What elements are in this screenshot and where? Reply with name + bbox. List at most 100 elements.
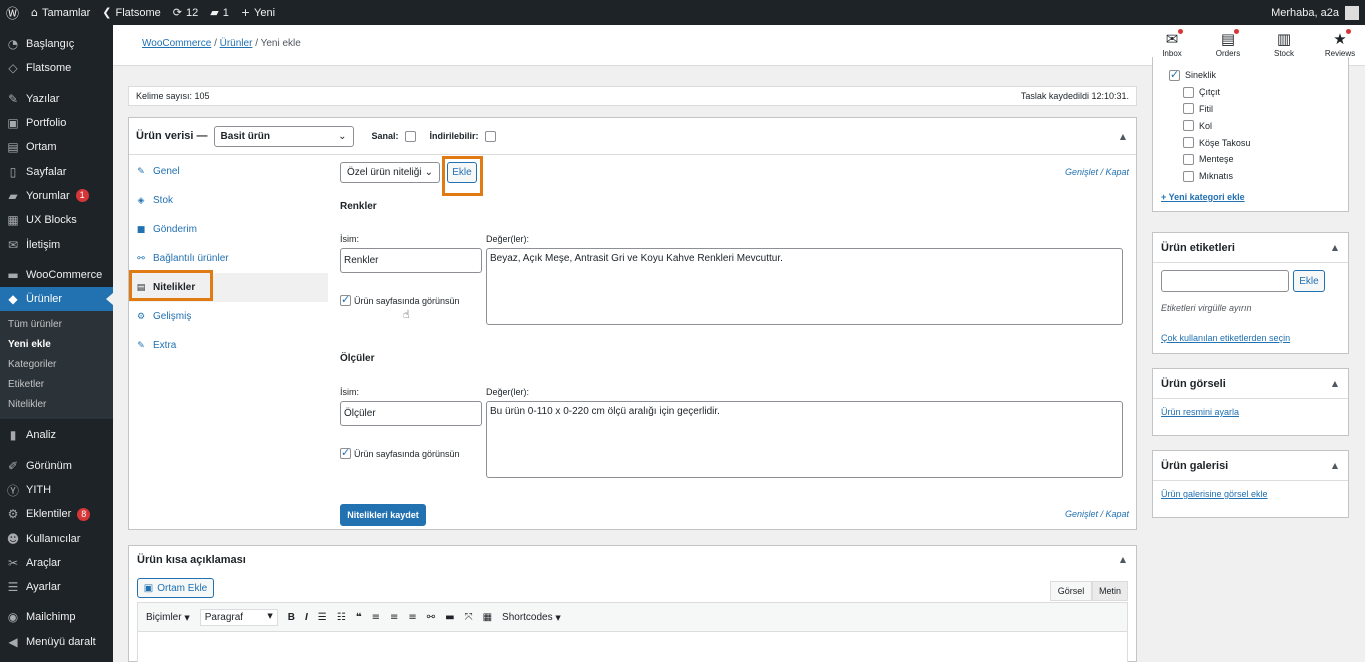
new-content-link[interactable]: + Yeni: [235, 0, 281, 25]
sidebar-item-sayfalar[interactable]: ▯ Sayfalar: [0, 159, 113, 183]
bullet-list-icon[interactable]: ☰: [318, 612, 327, 623]
sidebar-item-baslangic[interactable]: ◔ Başlangıç: [0, 32, 113, 56]
italic-icon[interactable]: I: [305, 612, 308, 623]
updates-link[interactable]: ⟳ 12: [167, 0, 204, 25]
fullscreen-icon[interactable]: ⤧: [465, 612, 473, 623]
tab-gonderim[interactable]: ■ Gönderim: [129, 215, 328, 244]
sidebar-item-yith[interactable]: Ⓨ YITH: [0, 478, 113, 502]
attribute-name-input[interactable]: Renkler: [340, 248, 482, 273]
visible-on-product-page-checkbox[interactable]: [340, 446, 351, 459]
category-checkbox[interactable]: [1183, 153, 1194, 165]
collapse-arrow-icon[interactable]: ▲: [1332, 461, 1338, 470]
tab-baglantili-urunler[interactable]: ⚯ Bağlantılı ürünler: [129, 244, 328, 273]
attribute-values-textarea[interactable]: Bu ürün 0-110 x 0-220 cm ölçü aralığı iç…: [486, 401, 1123, 478]
virtual-checkbox[interactable]: [404, 130, 416, 142]
product-type-select[interactable]: Basit ürün ⌄: [213, 125, 354, 147]
text-tab[interactable]: Metin: [1092, 581, 1128, 601]
align-left-icon[interactable]: ≡: [372, 612, 380, 623]
attribute-visible-option[interactable]: Ürün sayfasında görünsün: [340, 446, 460, 459]
sidebar-item-yazilar[interactable]: ✎ Yazılar: [0, 87, 113, 111]
wordpress-logo-icon[interactable]: Ⓦ: [0, 0, 25, 25]
category-checkbox[interactable]: [1183, 120, 1194, 132]
category-item[interactable]: Köşe Takosu: [1161, 134, 1250, 151]
sidebar-item-ux-blocks[interactable]: ▦ UX Blocks: [0, 208, 113, 232]
tab-extra[interactable]: ✎ Extra: [129, 331, 328, 360]
downloadable-checkbox[interactable]: [484, 130, 496, 142]
category-checkbox[interactable]: [1169, 68, 1180, 81]
tab-gelismis[interactable]: ⚙ Gelişmiş: [129, 302, 328, 331]
submenu-item-etiketler[interactable]: Etiketler: [0, 375, 113, 395]
comments-link[interactable]: ▰ 1: [204, 0, 235, 25]
reviews-button[interactable]: ★ Reviews: [1325, 29, 1355, 58]
collapse-arrow-icon[interactable]: ▲: [1332, 379, 1338, 388]
tag-input[interactable]: [1161, 270, 1289, 292]
submenu-item-nitelikler[interactable]: Nitelikler: [0, 395, 113, 415]
attribute-visible-option[interactable]: Ürün sayfasında görünsün: [340, 293, 460, 306]
collapse-arrow-icon[interactable]: ▲: [1120, 555, 1126, 564]
sidebar-item-araclar[interactable]: ✂ Araçlar: [0, 551, 113, 575]
collapse-arrow-icon[interactable]: ▲: [1120, 132, 1126, 141]
sidebar-item-flatsome[interactable]: ◇ Flatsome: [0, 56, 113, 80]
save-attributes-button[interactable]: Nitelikleri kaydet: [340, 504, 426, 526]
site-name-link[interactable]: ⌂ Tamamlar: [25, 0, 96, 25]
category-item[interactable]: Mıknatıs: [1161, 168, 1250, 185]
sidebar-item-woocommerce[interactable]: ▬ WooCommerce: [0, 263, 113, 287]
add-media-button[interactable]: ▣ Ortam Ekle: [137, 578, 214, 598]
align-center-icon[interactable]: ≡: [390, 612, 398, 623]
paragraph-select[interactable]: Paragraf ▼: [199, 608, 278, 626]
blockquote-icon[interactable]: ❝: [356, 612, 362, 623]
attribute-name-input[interactable]: Ölçüler: [340, 401, 482, 426]
sidebar-item-analiz[interactable]: ▮ Analiz: [0, 423, 113, 447]
add-gallery-images-link[interactable]: Ürün galerisine görsel ekle: [1161, 489, 1268, 499]
sidebar-item-ortam[interactable]: ▤ Ortam: [0, 135, 113, 159]
visual-tab[interactable]: Görsel: [1050, 581, 1092, 601]
expand-collapse-link-bottom[interactable]: Genişlet / Kapat: [1065, 509, 1129, 519]
sidebar-item-gorunum[interactable]: ✐ Görünüm: [0, 454, 113, 478]
orders-button[interactable]: ▤ Orders: [1213, 29, 1243, 58]
theme-link[interactable]: ❮ Flatsome: [96, 0, 166, 25]
category-item[interactable]: Sineklik: [1161, 67, 1250, 84]
sidebar-item-yorumlar[interactable]: ▰ Yorumlar 1: [0, 184, 113, 208]
tab-genel[interactable]: ✎ Genel: [129, 157, 328, 186]
sidebar-item-menuyu-daralt[interactable]: ◀ Menüyü daralt: [0, 630, 113, 654]
category-item[interactable]: Kol: [1161, 117, 1250, 134]
submenu-item-kategoriler[interactable]: Kategoriler: [0, 355, 113, 375]
sidebar-item-kullanicilar[interactable]: ☻ Kullanıcılar: [0, 526, 113, 550]
numbered-list-icon[interactable]: ☷: [337, 612, 346, 623]
stock-button[interactable]: ▥ Stock: [1269, 29, 1299, 58]
breadcrumb-woocommerce[interactable]: WooCommerce: [142, 38, 211, 49]
link-icon[interactable]: ⚯: [427, 612, 435, 623]
submenu-item-tum-urunler[interactable]: Tüm ürünler: [0, 315, 113, 335]
attribute-title[interactable]: Renkler: [340, 201, 377, 212]
align-right-icon[interactable]: ≡: [408, 612, 416, 623]
category-item[interactable]: Menteşe: [1161, 151, 1250, 168]
add-tag-button[interactable]: Ekle: [1293, 270, 1325, 292]
sidebar-item-urunler[interactable]: ◆ Ürünler: [0, 286, 113, 312]
editor-content-area[interactable]: [137, 632, 1128, 662]
expand-collapse-link-top[interactable]: Genişlet / Kapat: [1065, 167, 1129, 177]
category-checkbox[interactable]: [1183, 86, 1194, 98]
toolbar-toggle-icon[interactable]: ▦: [483, 612, 492, 623]
collapse-arrow-icon[interactable]: ▲: [1332, 243, 1338, 252]
category-checkbox[interactable]: [1183, 103, 1194, 115]
category-item[interactable]: Fitil: [1161, 101, 1250, 118]
inbox-button[interactable]: ✉ Inbox: [1157, 29, 1187, 58]
sidebar-item-portfolio[interactable]: ▣ Portfolio: [0, 111, 113, 135]
breadcrumb-products[interactable]: Ürünler: [220, 38, 253, 49]
shortcodes-menu[interactable]: Shortcodes ▼: [502, 612, 561, 623]
category-checkbox[interactable]: [1183, 170, 1194, 182]
sidebar-item-eklentiler[interactable]: ⚙ Eklentiler 8: [0, 502, 113, 526]
sidebar-item-mailchimp[interactable]: ◉ Mailchimp: [0, 605, 113, 629]
sidebar-item-ayarlar[interactable]: ☰ Ayarlar: [0, 575, 113, 599]
set-product-image-link[interactable]: Ürün resmini ayarla: [1161, 407, 1239, 417]
category-item[interactable]: Çıtçıt: [1161, 84, 1250, 101]
my-account[interactable]: Merhaba, a2a: [1271, 5, 1365, 20]
bold-icon[interactable]: B: [288, 612, 295, 623]
attribute-title[interactable]: Ölçüler: [340, 353, 374, 364]
visible-on-product-page-checkbox[interactable]: [340, 293, 351, 306]
add-new-category-link[interactable]: + Yeni kategori ekle: [1161, 192, 1245, 202]
read-more-icon[interactable]: ▬: [445, 612, 454, 623]
tab-stok[interactable]: ◈ Stok: [129, 186, 328, 215]
attribute-values-textarea[interactable]: Beyaz, Açık Meşe, Antrasit Gri ve Koyu K…: [486, 248, 1123, 325]
submenu-item-yeni-ekle[interactable]: Yeni ekle: [0, 335, 113, 355]
